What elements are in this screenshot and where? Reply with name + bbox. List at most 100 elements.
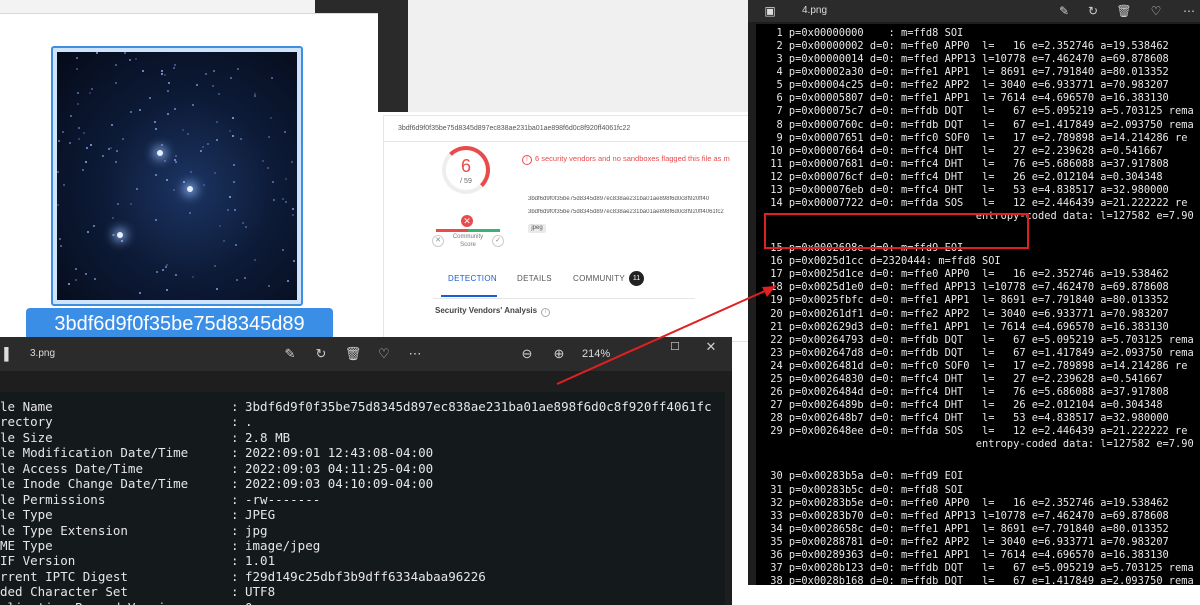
exif-value: 2022:09:03 04:11:25-04:00 [245, 460, 434, 476]
viewer-title-bar: ▣ 4.png ✎ ↻ 🗑 ♡ ⋯ [748, 0, 1200, 22]
dump-line: 3 p=0x00000014 d=0: m=ffed APP13 l=10778… [764, 53, 1169, 66]
dump-line: 13 p=0x000076eb d=0: m=ffc4 DHT l= 53 e=… [764, 183, 1169, 196]
maximize-icon[interactable]: ☐ [666, 339, 684, 355]
star [236, 279, 238, 281]
dump-line: entropy-coded data: l=127582 e=7.90 [764, 438, 1194, 451]
rotate-icon[interactable]: ↻ [1084, 3, 1102, 19]
viewer-image-area[interactable]: le Name:3bdf6d9f0f35be75d8345d897ec838ae… [0, 392, 725, 605]
star [271, 77, 273, 79]
exif-key: le Type Extension [0, 522, 128, 538]
spacer [764, 451, 1194, 470]
dump-line: 27 p=0x0026489b d=0: m=ffc4 DHT l= 26 e=… [764, 399, 1163, 412]
dump-line: 25 p=0x00264830 d=0: m=ffc4 DHT l= 27 e=… [764, 372, 1163, 385]
dump-line: 24 p=0x0026481d d=0: m=ffc0 SOF0 l= 17 e… [764, 359, 1188, 372]
exif-row: le Size:2.8 MB [0, 430, 725, 445]
viewer-image-area[interactable]: 1 p=0x00000000 : m=ffd8 SOI 2 p=0x000000… [756, 24, 1200, 585]
exif-row: le Inode Change Date/Time:2022:09:03 04:… [0, 476, 725, 491]
star [174, 64, 176, 66]
detection-score-total: / 59 [460, 178, 472, 185]
bright-star [187, 186, 193, 192]
star [166, 264, 168, 266]
star [189, 212, 191, 214]
exif-row: ded Character Set: UTF8 [0, 584, 725, 599]
exif-value: 0 [245, 600, 253, 605]
star [116, 150, 118, 152]
star [78, 127, 80, 129]
zoom-out-icon[interactable]: ⊖ [518, 346, 536, 362]
star [242, 222, 244, 224]
more-icon[interactable]: ⋯ [1180, 3, 1198, 19]
star [155, 219, 157, 221]
selected-file-name[interactable]: 3bdf6d9f0f35be75d8345d89 [26, 308, 333, 340]
exif-key: le Permissions [0, 491, 106, 507]
vt-file-tag[interactable]: jpeg [528, 224, 546, 233]
rotate-icon[interactable]: ↻ [312, 346, 330, 362]
dump-line: 32 p=0x00283b5e d=0: m=ffe0 APP0 l= 16 e… [764, 496, 1169, 509]
exif-value: 2022:09:01 12:43:08-04:00 [245, 445, 434, 461]
vt-background [378, 0, 758, 112]
heart-icon[interactable]: ♡ [1147, 3, 1165, 19]
star [90, 144, 92, 146]
delete-icon[interactable]: 🗑 [344, 346, 362, 362]
star [115, 82, 117, 84]
star [76, 68, 78, 70]
file-thumbnail-selected[interactable] [51, 46, 303, 306]
dump-line: 36 p=0x00289363 d=0: m=ffe1 APP1 l= 7614… [764, 548, 1169, 561]
star [112, 217, 114, 219]
vt-file-name: 3bdf6d9f0f35be75d8345d897ec838ae231ba01a… [528, 209, 724, 215]
vt-file-hash: 3bdf6d9f0f35be75d8345d897ec838ae231ba01a… [528, 196, 710, 202]
star [175, 274, 177, 276]
star [273, 199, 275, 201]
heart-icon[interactable]: ♡ [375, 346, 393, 362]
viewer-title: 4.png [802, 5, 828, 16]
more-icon[interactable]: ⋯ [406, 346, 424, 362]
edit-image-icon[interactable]: ✎ [1055, 3, 1073, 19]
close-icon[interactable]: ✕ [702, 339, 720, 355]
tab-detection[interactable]: DETECTION [448, 274, 497, 283]
dump-line: 6 p=0x00005807 d=0: m=ffe1 APP1 l= 7614 … [764, 92, 1169, 105]
edit-image-icon[interactable]: ✎ [281, 346, 299, 362]
star [121, 240, 123, 242]
dump-line: 22 p=0x00264793 d=0: m=ffdb DQT l= 67 e=… [764, 333, 1194, 346]
star [233, 164, 235, 166]
star [76, 57, 78, 59]
tab-details[interactable]: DETAILS [517, 274, 552, 283]
starfield-thumbnail-image[interactable] [57, 52, 297, 300]
star [192, 276, 194, 278]
star [245, 226, 247, 228]
star [129, 59, 131, 61]
dump-line: 7 p=0x000075c7 d=0: m=ffdb DQT l= 67 e=5… [764, 105, 1194, 118]
dump-line: 2 p=0x00000002 d=0: m=ffe0 APP0 l= 16 e=… [764, 40, 1169, 53]
exif-value: -rw------- [245, 491, 321, 507]
star [136, 188, 138, 190]
exif-key: ded Character Set [0, 584, 128, 600]
star [285, 178, 287, 180]
vt-hash-bar[interactable]: 3bdf6d9f0f35be75d8345d897ec838ae231ba01a… [384, 116, 754, 142]
exif-key: ME Type [0, 537, 53, 553]
zoom-level[interactable]: 214% [582, 346, 610, 362]
star [78, 138, 80, 140]
dump-line: 1 p=0x00000000 : m=ffd8 SOI [764, 27, 964, 39]
star [230, 77, 232, 79]
vote-up-icon[interactable]: ✓ [492, 235, 504, 247]
delete-icon[interactable]: 🗑 [1115, 3, 1133, 19]
star [130, 111, 132, 113]
star [57, 204, 59, 206]
tab-community[interactable]: COMMUNITY [573, 274, 625, 283]
star [117, 203, 119, 205]
exif-separator: : [231, 537, 239, 553]
star [83, 132, 85, 134]
alert-icon: ! [522, 155, 532, 165]
star [91, 88, 93, 90]
star [165, 266, 167, 268]
dump-line: 28 p=0x002648b7 d=0: m=ffc4 DHT l= 53 e=… [764, 412, 1169, 425]
exif-separator: : [231, 600, 239, 605]
star [212, 85, 214, 87]
star [282, 198, 284, 200]
zoom-in-icon[interactable]: ⊕ [550, 346, 568, 362]
star [205, 73, 207, 75]
star [202, 146, 204, 148]
info-icon[interactable]: i [541, 308, 551, 317]
vote-down-icon[interactable]: ✕ [432, 235, 444, 247]
star [149, 97, 151, 99]
